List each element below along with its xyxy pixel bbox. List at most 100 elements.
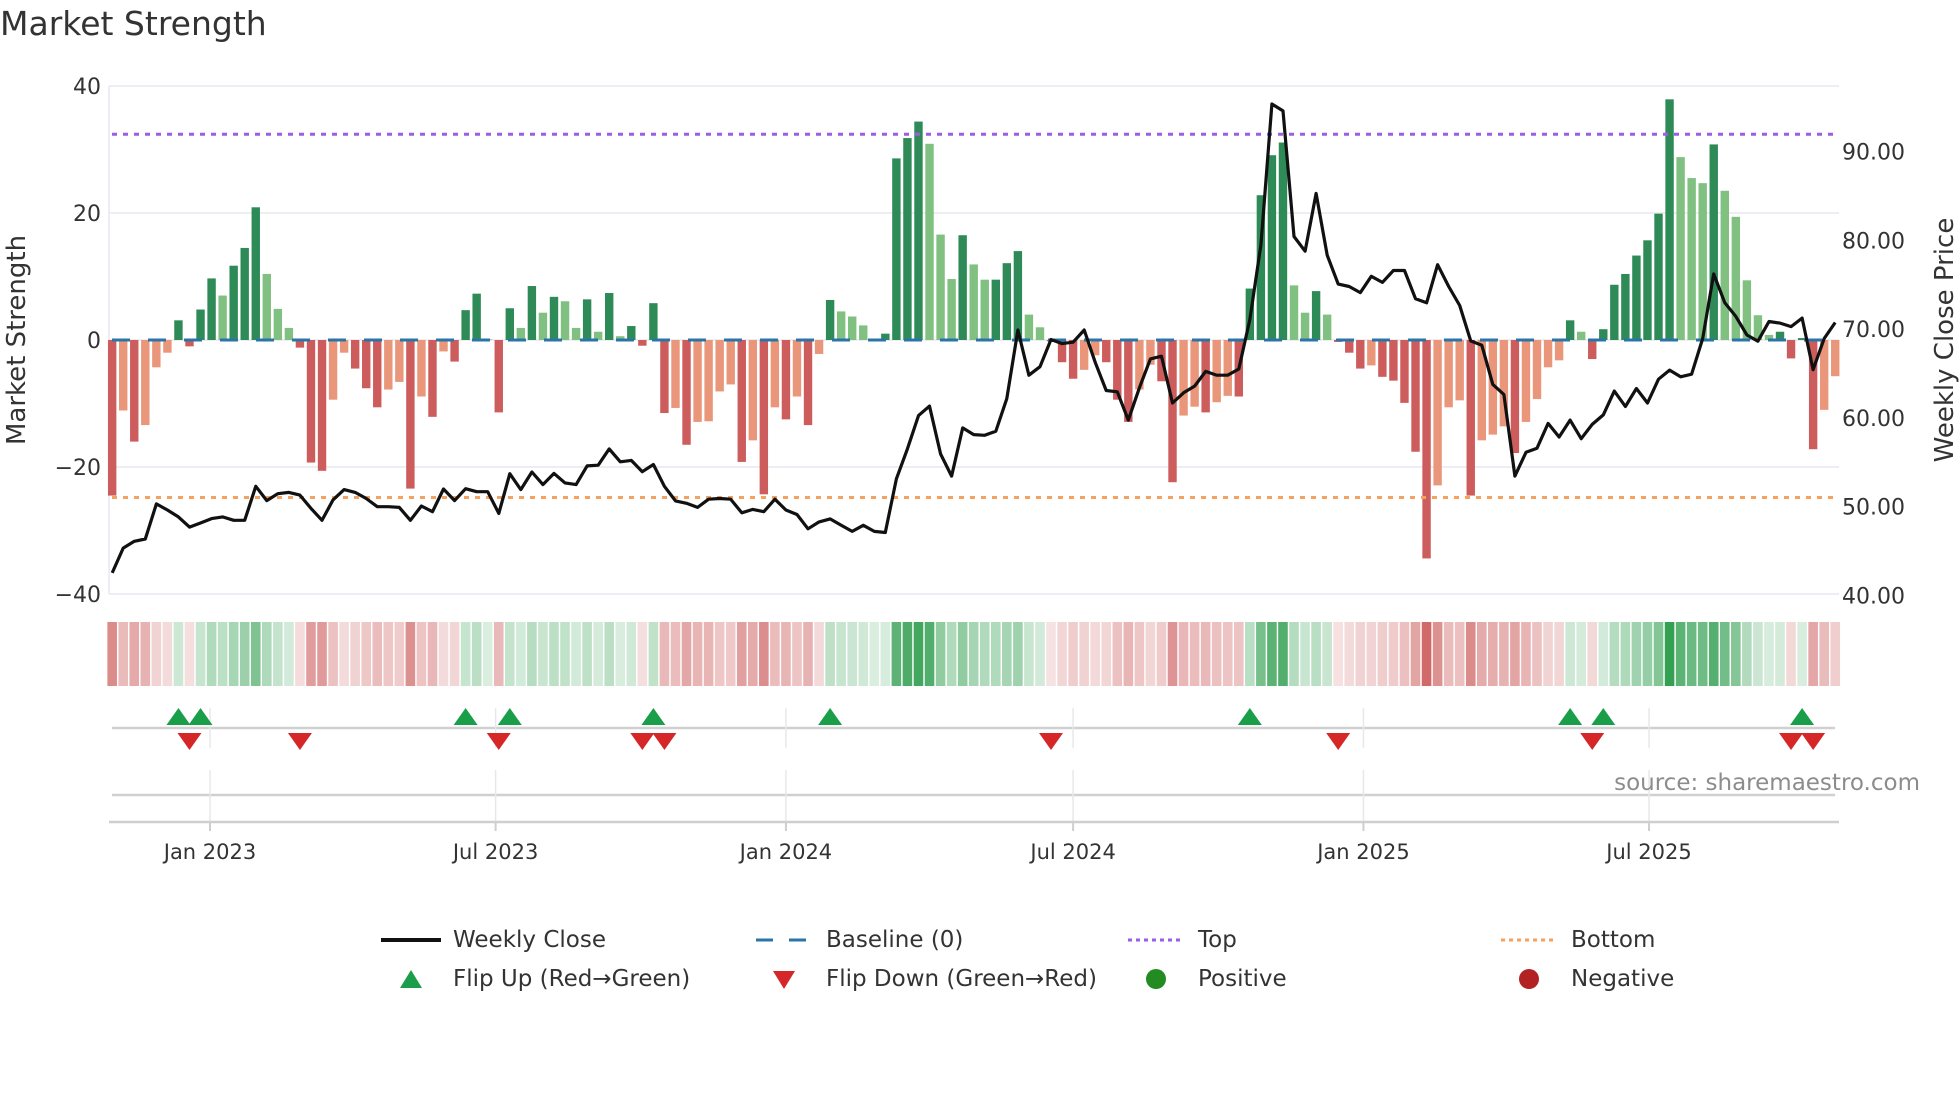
strength-bar (1367, 340, 1376, 366)
y-tick-label: 40 (73, 75, 101, 100)
heatmap-cell (792, 622, 802, 686)
heatmap-cell (1002, 622, 1012, 686)
strength-bar (1786, 340, 1796, 359)
legend-label: Bottom (1571, 927, 1656, 953)
triangle-down-icon (754, 964, 814, 994)
strength-bar (461, 310, 470, 340)
heatmap-cell (1256, 622, 1266, 686)
heatmap-cell (129, 622, 140, 686)
heatmap-cell (1366, 622, 1377, 686)
heatmap-cell (151, 622, 162, 686)
y-tick-label: 0 (87, 329, 101, 354)
strength-bar (1576, 331, 1586, 340)
legend-top[interactable]: Top (1126, 925, 1237, 955)
legend-label: Top (1198, 927, 1237, 953)
heatmap-cell (217, 622, 228, 686)
heatmap-cell (902, 622, 913, 686)
heatmap-cell (1189, 622, 1200, 686)
legend-bottom[interactable]: Bottom (1499, 925, 1655, 955)
dotted-line-purple-icon (1126, 925, 1186, 955)
heatmap-cell (1388, 622, 1399, 686)
strength-bar (284, 327, 294, 340)
heatmap-cell (1156, 622, 1167, 686)
heatmap-cell (1543, 622, 1553, 686)
heatmap-cell (1090, 622, 1101, 686)
legend-label: Baseline (0) (826, 927, 964, 953)
heatmap-cell (1399, 622, 1410, 686)
heatmap-cell (1311, 622, 1321, 686)
heatmap-cell (1333, 622, 1343, 686)
strength-bar (936, 234, 945, 340)
legend-flip-up[interactable]: Flip Up (Red→Green) (381, 964, 690, 994)
strength-bar (737, 340, 746, 462)
strength-bar (350, 340, 360, 369)
heatmap-cell (405, 622, 416, 686)
heatmap-cell (1808, 622, 1818, 686)
heatmap-cell (549, 622, 559, 686)
heatmap-cell (1631, 622, 1642, 686)
heatmap-cell (1476, 622, 1487, 686)
y2-tick-label: 80.00 (1842, 229, 1905, 254)
strength-bar (262, 273, 272, 340)
legend-label: Positive (1198, 966, 1287, 992)
legend-flip-down[interactable]: Flip Down (Green→Red) (754, 964, 1097, 994)
heatmap-cell (858, 622, 869, 686)
legend-negative[interactable]: Negative (1499, 964, 1674, 994)
strength-bar (1831, 340, 1840, 377)
heatmap-cell (273, 622, 283, 686)
strength-bar (1190, 340, 1199, 407)
legend-baseline[interactable]: Baseline (0) (754, 925, 963, 955)
heatmap-cell (1377, 622, 1388, 686)
heatmap-cell (1233, 622, 1244, 686)
heatmap-cell (814, 622, 824, 686)
strength-bar (1422, 340, 1431, 559)
heatmap-cell (1454, 622, 1465, 686)
strength-bar (328, 340, 338, 400)
strength-bar (1212, 340, 1221, 403)
heatmap-cell (1653, 622, 1664, 686)
heatmap-cell (350, 622, 360, 686)
heatmap-cell (250, 622, 261, 686)
heatmap-cell (1830, 622, 1841, 686)
strength-bar (450, 340, 459, 362)
heatmap-cell (681, 622, 692, 686)
flip-up-marker (1790, 708, 1815, 725)
heatmap-cell (1465, 622, 1476, 686)
legend-label: Negative (1571, 966, 1675, 992)
strength-bar (1654, 213, 1663, 340)
strength-bar (627, 326, 636, 340)
strength-bar (516, 327, 526, 340)
heatmap-cell (206, 622, 217, 686)
strength-bar (1179, 340, 1188, 416)
legend-weekly-close[interactable]: Weekly Close (381, 925, 606, 955)
heatmap-cell (239, 622, 250, 686)
x-tick-label: Jan 2023 (162, 840, 257, 864)
heatmap-cell (1697, 622, 1708, 686)
flip-down-marker (177, 733, 202, 750)
strength-bar (693, 340, 702, 422)
strength-bar (958, 235, 967, 340)
strength-bar (174, 320, 183, 340)
flip-up-marker (1558, 708, 1583, 725)
strength-bar (406, 340, 415, 489)
heatmap-cell (924, 622, 935, 686)
heatmap-cell (339, 622, 349, 686)
strength-bar (1521, 340, 1531, 422)
flip-down-marker (630, 733, 655, 750)
flip-down-marker (1326, 733, 1351, 750)
flip-down-marker (486, 733, 511, 750)
heatmap-cell (538, 622, 548, 686)
legend-positive[interactable]: Positive (1126, 964, 1287, 994)
strength-bars (107, 99, 1840, 559)
strength-bar (527, 286, 537, 340)
strength-bar (1267, 155, 1277, 340)
heatmap-cell (1432, 622, 1443, 686)
x-tick-label: Jul 2025 (1604, 840, 1691, 864)
flip-down-marker (1779, 733, 1804, 750)
heatmap-cell (162, 622, 173, 686)
heatmap-cell (1222, 622, 1233, 686)
strength-bar (1035, 327, 1045, 340)
heatmap-cell (1123, 622, 1134, 686)
heatmap-cell (1267, 622, 1277, 686)
y2-axis-title: Weekly Close Price (1930, 218, 1960, 463)
